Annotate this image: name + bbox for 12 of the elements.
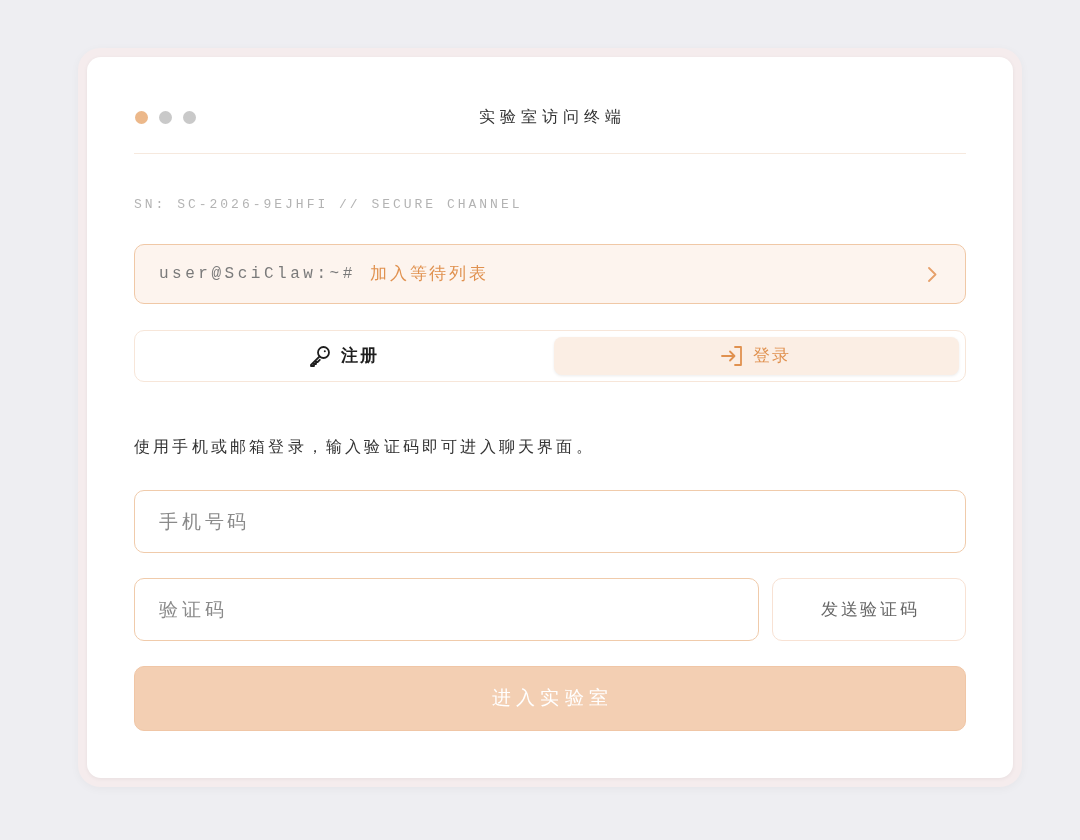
- join-waitlist-link[interactable]: 加入等待列表: [369, 261, 490, 287]
- instruction-text: 使用手机或邮箱登录，输入验证码即可进入聊天界面。: [134, 437, 595, 457]
- key-icon: [308, 345, 331, 367]
- verification-code-field[interactable]: 验证码: [134, 578, 759, 641]
- prompt-text: user@SciClaw:~#: [159, 264, 356, 285]
- serial-number-text: SN: SC-2026-9EJHFI // SECURE CHANNEL: [134, 197, 523, 213]
- window-title: 实验室访问终端: [477, 107, 627, 127]
- login-tab[interactable]: 登录: [553, 337, 959, 375]
- phone-field[interactable]: 手机号码: [134, 490, 966, 553]
- send-code-button[interactable]: 发送验证码: [772, 578, 966, 641]
- sign-in-icon: [721, 346, 744, 366]
- chevron-right-icon: [928, 266, 937, 282]
